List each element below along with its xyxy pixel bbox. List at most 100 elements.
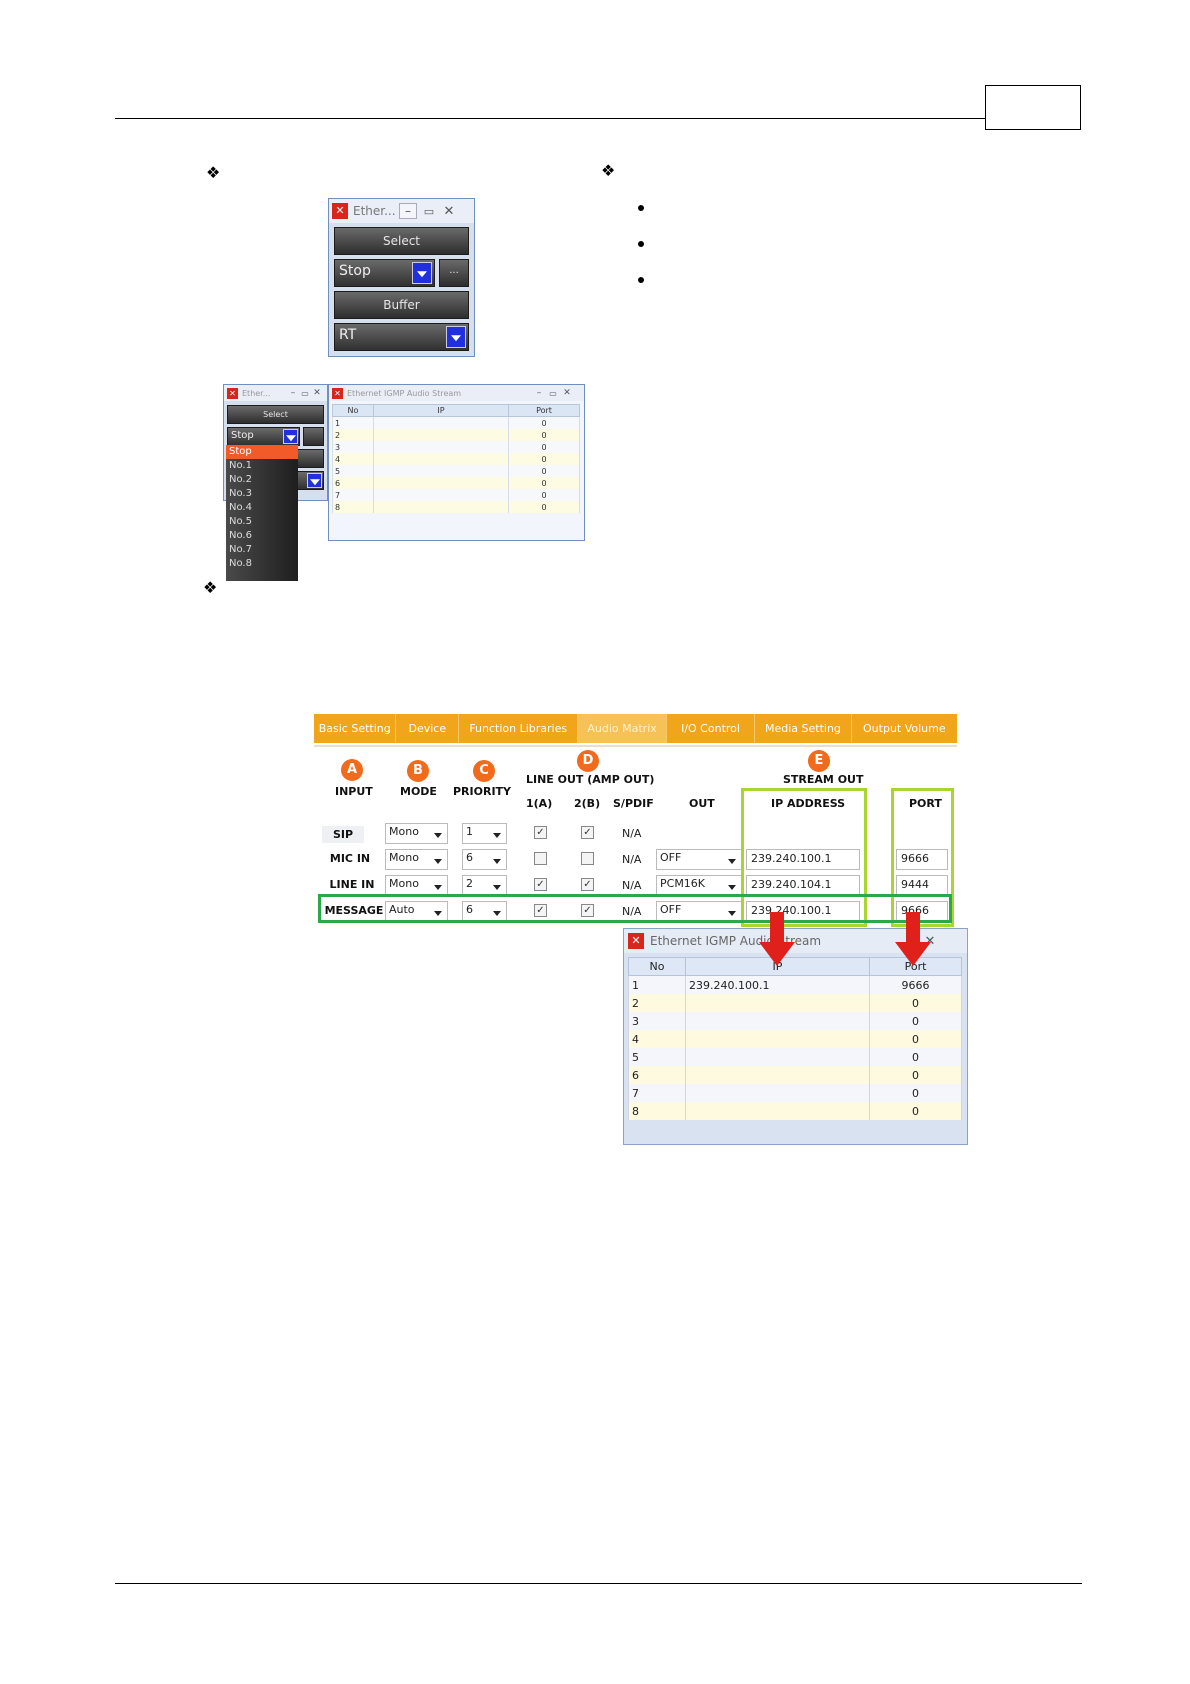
dropdown-option[interactable]: No.2 — [226, 473, 298, 487]
table-row[interactable]: 60 — [628, 1066, 962, 1084]
stream-select[interactable]: Stop — [334, 259, 435, 287]
table-row[interactable]: 20 — [628, 994, 962, 1012]
marker-e-icon: E — [808, 750, 830, 772]
message-row-highlight-frame — [318, 894, 952, 923]
lineout-2b-checkbox[interactable]: ✓ — [581, 826, 594, 839]
marker-d-icon: D — [577, 750, 599, 772]
out-select[interactable]: PCM16K — [656, 875, 742, 896]
buffer-button[interactable]: Buffer — [334, 291, 469, 319]
dropdown-option[interactable]: No.4 — [226, 501, 298, 515]
table-row[interactable]: 80 — [628, 1102, 962, 1120]
maximize-icon[interactable]: ▭ — [299, 389, 311, 398]
dropdown-option[interactable]: Stop — [226, 445, 298, 459]
table-row[interactable]: 30 — [332, 441, 580, 453]
cell-ip — [373, 489, 509, 501]
dropdown-option[interactable]: No.6 — [226, 529, 298, 543]
table-row[interactable]: 40 — [628, 1030, 962, 1048]
table-row[interactable]: 70 — [332, 489, 580, 501]
dropdown-arrow-icon[interactable] — [412, 262, 432, 284]
tab-audio-matrix[interactable]: Audio Matrix — [578, 714, 667, 743]
select-button[interactable]: Select — [227, 405, 324, 424]
minimize-icon[interactable]: – — [532, 388, 546, 398]
lineout-2b-checkbox[interactable] — [581, 852, 594, 865]
out-select[interactable]: OFF — [656, 849, 742, 870]
table-row[interactable]: 40 — [332, 453, 580, 465]
dropdown-option[interactable]: No.1 — [226, 459, 298, 473]
app-logo-icon: ✕ — [227, 387, 238, 399]
priority-select[interactable]: 2 — [462, 875, 507, 896]
more-button[interactable]: ... — [439, 259, 469, 287]
dropdown-arrow-icon[interactable] — [307, 473, 322, 488]
dropdown-option[interactable]: No.3 — [226, 487, 298, 501]
tab-io-control[interactable]: I/O Control — [667, 714, 756, 743]
table-row[interactable]: 50 — [628, 1048, 962, 1066]
minimize-icon[interactable]: – — [399, 203, 417, 219]
maximize-icon[interactable]: ▭ — [421, 205, 437, 218]
cell-ip — [685, 1084, 870, 1102]
column-header-no[interactable]: No — [628, 957, 686, 976]
column-header-port[interactable]: Port — [508, 404, 580, 417]
lineout-1a-checkbox[interactable]: ✓ — [534, 878, 547, 891]
priority-select[interactable]: 1 — [462, 823, 507, 844]
lineout-1a-checkbox[interactable] — [534, 852, 547, 865]
lineout-2b-checkbox[interactable]: ✓ — [581, 878, 594, 891]
close-icon[interactable]: ✕ — [441, 204, 457, 219]
dropdown-arrow-icon[interactable] — [446, 326, 466, 348]
cell-ip — [373, 501, 509, 513]
cell-port: 0 — [508, 441, 580, 453]
out-value: PCM16K — [660, 877, 706, 890]
cell-no: 5 — [332, 465, 374, 477]
mode-select[interactable]: Mono — [385, 875, 448, 896]
mode-select[interactable]: Mono — [385, 849, 448, 870]
stream-table-large: No IP Port 1 239.240.100.1 9666 20 30 40 5… — [628, 957, 962, 1120]
more-button[interactable] — [303, 427, 324, 446]
cell-ip — [685, 994, 870, 1012]
cell-ip — [685, 1030, 870, 1048]
tab-output-volume[interactable]: Output Volume — [852, 714, 957, 743]
mode-value: Mono — [389, 851, 419, 864]
dropdown-option[interactable]: No.8 — [226, 557, 298, 571]
row-label-sip: SIP — [322, 826, 364, 843]
column-header-ip[interactable]: IP — [373, 404, 509, 417]
marker-b-icon: B — [407, 760, 429, 782]
close-icon[interactable]: ✕ — [560, 388, 574, 398]
cell-port: 0 — [508, 501, 580, 513]
stream-title: Ethernet IGMP Audio Stream — [347, 388, 462, 398]
tab-function-libraries[interactable]: Function Libraries — [459, 714, 579, 743]
stream-select[interactable]: Stop — [227, 427, 300, 446]
table-row[interactable]: 10 — [332, 416, 580, 429]
buffer-select[interactable]: RT — [334, 323, 469, 351]
table-row[interactable]: 70 — [628, 1084, 962, 1102]
mode-select[interactable]: Mono — [385, 823, 448, 844]
table-row[interactable]: 20 — [332, 429, 580, 441]
cell-no: 3 — [332, 441, 374, 453]
tab-media-setting[interactable]: Media Setting — [755, 714, 852, 743]
priority-value: 6 — [466, 851, 473, 864]
table-row[interactable]: 80 — [332, 501, 580, 513]
lineout-1a-checkbox[interactable]: ✓ — [534, 826, 547, 839]
select-button[interactable]: Select — [334, 227, 469, 255]
table-row[interactable]: 60 — [332, 477, 580, 489]
stream-titlebar: ✕ Ethernet IGMP Audio Stream – ▭ ✕ — [329, 385, 584, 401]
tab-device[interactable]: Device — [396, 714, 460, 743]
cell-ip — [685, 1012, 870, 1030]
priority-select[interactable]: 6 — [462, 849, 507, 870]
table-row[interactable]: 30 — [628, 1012, 962, 1030]
maximize-icon[interactable]: ▭ — [546, 389, 560, 398]
widget-title: Ether... — [353, 204, 396, 218]
cell-port: 0 — [508, 416, 580, 429]
table-row[interactable]: 1 239.240.100.1 9666 — [628, 975, 962, 994]
close-icon[interactable]: ✕ — [311, 388, 323, 398]
diamond-bullet-icon: ❖ — [206, 163, 221, 182]
tab-basic-setting[interactable]: Basic Setting — [314, 714, 397, 743]
cell-ip — [373, 441, 509, 453]
cell-port: 0 — [508, 489, 580, 501]
dropdown-option[interactable]: No.5 — [226, 515, 298, 529]
cell-ip — [685, 1048, 870, 1066]
cell-no: 4 — [332, 453, 374, 465]
minimize-icon[interactable]: – — [287, 388, 299, 398]
dropdown-option[interactable]: No.7 — [226, 543, 298, 557]
column-header-no[interactable]: No — [332, 404, 374, 417]
dropdown-arrow-icon[interactable] — [283, 429, 298, 444]
table-row[interactable]: 50 — [332, 465, 580, 477]
